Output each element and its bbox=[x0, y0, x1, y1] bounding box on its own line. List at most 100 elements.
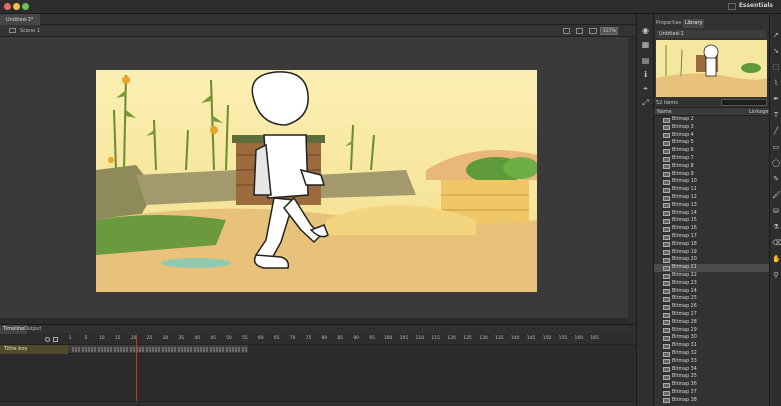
selection-icon[interactable]: ➚ bbox=[772, 32, 780, 39]
frame-cell[interactable] bbox=[158, 347, 161, 352]
workspace-switcher[interactable]: Essentials bbox=[739, 2, 773, 9]
list-item[interactable]: Bitmap 28 bbox=[654, 319, 769, 327]
playhead[interactable] bbox=[136, 335, 137, 406]
frame-cell[interactable] bbox=[152, 347, 154, 352]
frame-cell[interactable] bbox=[238, 347, 241, 352]
hand-icon[interactable]: ✋ bbox=[772, 256, 781, 263]
frame-cell[interactable] bbox=[132, 347, 135, 352]
rectangle-icon[interactable]: ▭ bbox=[772, 144, 780, 151]
stage-vertical-scrollbar[interactable] bbox=[628, 37, 636, 324]
subselection-icon[interactable]: ➘ bbox=[772, 48, 780, 55]
frame-cell[interactable] bbox=[126, 347, 129, 352]
frame-cell[interactable] bbox=[110, 347, 113, 352]
frame-cell[interactable] bbox=[193, 347, 196, 352]
scene-label[interactable]: Scene 1 bbox=[20, 28, 40, 34]
frame-cell[interactable] bbox=[145, 347, 148, 352]
list-item[interactable]: Bitmap 14 bbox=[654, 210, 769, 218]
frame-cell[interactable] bbox=[88, 347, 90, 352]
frame-cell[interactable] bbox=[155, 347, 158, 352]
frame-cell[interactable] bbox=[190, 347, 193, 352]
list-item[interactable]: Bitmap 24 bbox=[654, 288, 769, 296]
frame-cell[interactable] bbox=[139, 347, 142, 352]
frame-cell[interactable] bbox=[142, 347, 145, 352]
list-item[interactable]: Bitmap 19 bbox=[654, 249, 769, 257]
pen-icon[interactable]: ✒ bbox=[772, 96, 780, 103]
list-item[interactable]: Bitmap 8 bbox=[654, 163, 769, 171]
list-item[interactable]: Bitmap 15 bbox=[654, 217, 769, 225]
list-item[interactable]: Bitmap 20 bbox=[654, 256, 769, 264]
frame-cell[interactable] bbox=[241, 347, 244, 352]
list-item[interactable]: Bitmap 12 bbox=[654, 194, 769, 202]
frame-cell[interactable] bbox=[91, 347, 94, 352]
free-transform-icon[interactable]: ⬚ bbox=[772, 64, 780, 71]
list-item[interactable]: Bitmap 18 bbox=[654, 241, 769, 249]
list-item[interactable]: Bitmap 37 bbox=[654, 389, 769, 397]
frame-cell[interactable] bbox=[123, 347, 126, 352]
frame-cell[interactable] bbox=[180, 347, 183, 352]
layer-frames[interactable] bbox=[68, 345, 248, 354]
frame-cell[interactable] bbox=[203, 347, 206, 352]
frame-cell[interactable] bbox=[161, 347, 164, 352]
close-window-button[interactable] bbox=[4, 3, 11, 10]
frame-cell[interactable] bbox=[97, 347, 100, 352]
line-icon[interactable]: ╱ bbox=[772, 128, 780, 135]
list-item[interactable]: Bitmap 35 bbox=[654, 373, 769, 381]
zoom-select[interactable]: 137% bbox=[600, 27, 618, 35]
list-item[interactable]: Bitmap 26 bbox=[654, 303, 769, 311]
frame-cell[interactable] bbox=[81, 347, 84, 352]
paint-bucket-icon[interactable]: ⛁ bbox=[772, 208, 780, 215]
frame-cell[interactable] bbox=[107, 347, 110, 352]
list-item[interactable]: Bitmap 38 bbox=[654, 397, 769, 405]
layer-name[interactable]: Tittle boy bbox=[4, 346, 27, 352]
sync-settings-icon[interactable] bbox=[728, 3, 736, 10]
frame-cell[interactable] bbox=[75, 347, 78, 352]
tab-library[interactable]: Library bbox=[683, 19, 705, 28]
frame-cell[interactable] bbox=[228, 347, 231, 352]
motion-presets-icon[interactable]: ⤢ bbox=[641, 98, 650, 107]
list-item[interactable]: Bitmap 25 bbox=[654, 295, 769, 303]
list-item[interactable]: Bitmap 10 bbox=[654, 178, 769, 186]
frame-cell[interactable] bbox=[187, 347, 190, 352]
brush-icon[interactable]: 🖌 bbox=[772, 192, 781, 199]
stage-canvas[interactable] bbox=[96, 70, 537, 292]
frame-cell[interactable] bbox=[206, 347, 209, 352]
align-icon[interactable]: ▤ bbox=[641, 56, 650, 65]
frame-cell[interactable] bbox=[184, 347, 186, 352]
maximize-window-button[interactable] bbox=[22, 3, 29, 10]
frame-cell[interactable] bbox=[78, 347, 81, 352]
column-linkage[interactable]: Linkage bbox=[749, 109, 768, 115]
frame-cell[interactable] bbox=[148, 347, 151, 352]
frame-cell[interactable] bbox=[168, 347, 170, 352]
list-item[interactable]: Bitmap 34 bbox=[654, 366, 769, 374]
eyedropper-icon[interactable]: ⚗ bbox=[772, 224, 780, 231]
frame-cell[interactable] bbox=[225, 347, 228, 352]
library-document-select[interactable]: Untitled-1 bbox=[656, 30, 766, 38]
frame-cell[interactable] bbox=[200, 347, 202, 352]
timeline-ruler[interactable]: 1 5 10 15 20 25 30 35 40 45 50 55 60 65 70 75 80 85 90 95 10… bbox=[68, 335, 636, 345]
oval-icon[interactable]: ◯ bbox=[772, 160, 780, 167]
frame-cell[interactable] bbox=[171, 347, 174, 352]
list-item[interactable]: Bitmap 21 bbox=[654, 264, 769, 272]
frame-cell[interactable] bbox=[104, 347, 106, 352]
list-item[interactable]: Bitmap 31 bbox=[654, 342, 769, 350]
center-stage-icon[interactable] bbox=[589, 28, 597, 34]
edit-symbols-icon[interactable] bbox=[576, 28, 583, 34]
list-item[interactable]: Bitmap 4 bbox=[654, 132, 769, 140]
list-item[interactable]: Bitmap 3 bbox=[654, 124, 769, 132]
zoom-icon[interactable]: ⚲ bbox=[772, 272, 780, 279]
list-item[interactable]: Bitmap 2 bbox=[654, 116, 769, 124]
frame-cell[interactable] bbox=[235, 347, 238, 352]
frame-cell[interactable] bbox=[177, 347, 180, 352]
document-tab[interactable]: Untitled-1* bbox=[0, 14, 40, 25]
list-item[interactable]: Bitmap 13 bbox=[654, 202, 769, 210]
list-item[interactable]: Bitmap 11 bbox=[654, 186, 769, 194]
list-item[interactable]: Bitmap 30 bbox=[654, 334, 769, 342]
pencil-icon[interactable]: ✎ bbox=[772, 176, 780, 183]
frame-cell[interactable] bbox=[209, 347, 212, 352]
text-icon[interactable]: T bbox=[772, 112, 780, 119]
list-item[interactable]: Bitmap 33 bbox=[654, 358, 769, 366]
frame-cell[interactable] bbox=[216, 347, 218, 352]
frame-cell[interactable] bbox=[222, 347, 225, 352]
frame-cell[interactable] bbox=[232, 347, 234, 352]
list-item[interactable]: Bitmap 5 bbox=[654, 139, 769, 147]
